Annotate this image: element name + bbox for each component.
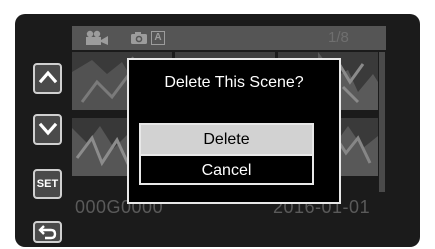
delete-button[interactable]: Delete <box>141 125 312 154</box>
back-arrow-icon <box>37 225 56 240</box>
scrollbar[interactable] <box>379 52 385 192</box>
page-counter: 1/8 <box>328 29 349 46</box>
dialog-title: Delete This Scene? <box>164 74 304 91</box>
status-bar: A 1/8 <box>72 26 386 50</box>
auto-mode-badge: A <box>151 31 165 45</box>
scroll-up-button[interactable] <box>33 63 62 94</box>
chevron-up-icon <box>38 70 57 84</box>
dialog-options: Delete Cancel <box>139 123 314 185</box>
cancel-button[interactable]: Cancel <box>141 154 312 183</box>
video-camera-icon <box>86 30 108 45</box>
set-button[interactable]: SET <box>33 169 62 199</box>
chevron-down-icon <box>38 122 57 136</box>
scroll-down-button[interactable] <box>33 114 62 145</box>
camera-icon <box>131 32 147 44</box>
back-button[interactable] <box>33 221 62 243</box>
delete-dialog: Delete This Scene? Delete Cancel <box>127 58 341 204</box>
camera-screen: A 1/8 SET 000G0000 2016-01-01 Delete Thi… <box>0 0 435 249</box>
